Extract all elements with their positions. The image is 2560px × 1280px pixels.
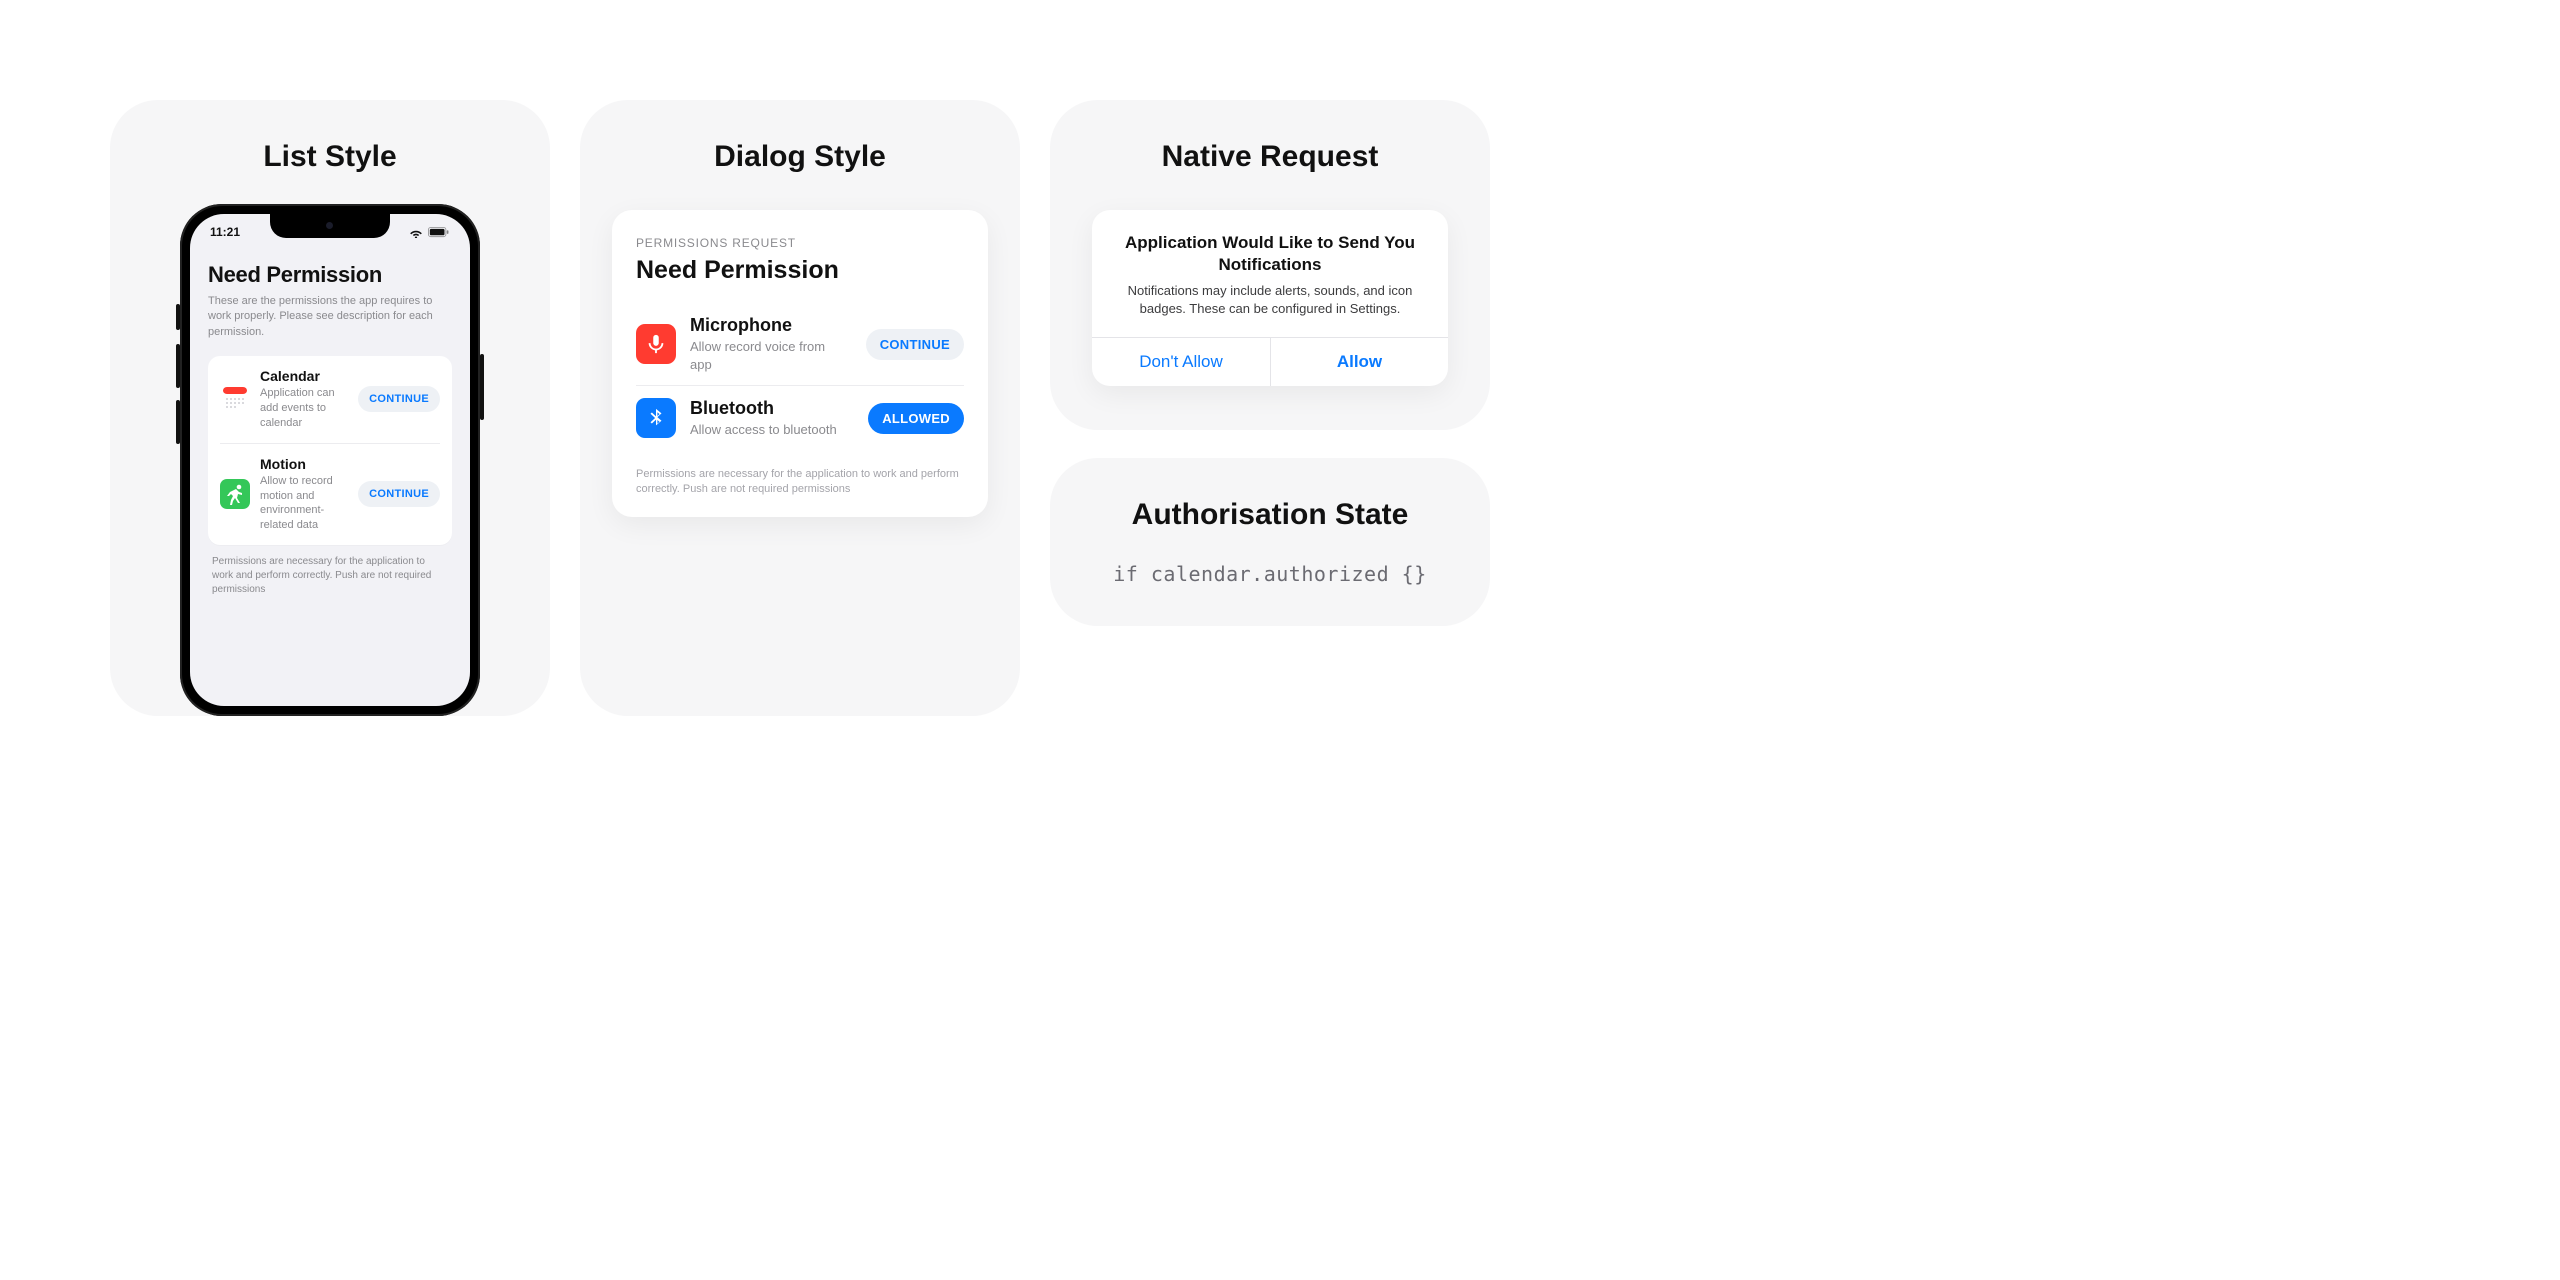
allow-button[interactable]: Allow <box>1270 338 1448 386</box>
continue-button[interactable]: CONTINUE <box>866 329 964 360</box>
native-alert-body: Notifications may include alerts, sounds… <box>1118 282 1422 318</box>
bluetooth-icon <box>636 398 676 438</box>
continue-button[interactable]: CONTINUE <box>358 386 440 412</box>
panel-dialog-style: Dialog Style PERMISSIONS REQUEST Need Pe… <box>580 100 1020 716</box>
dialog-card: PERMISSIONS REQUEST Need Permission Micr… <box>612 210 988 517</box>
phone-side-button <box>176 304 180 330</box>
permissions-card: Calendar Application can add events to c… <box>208 356 452 545</box>
calendar-icon <box>220 384 250 414</box>
list-footer-note: Permissions are necessary for the applic… <box>208 545 452 597</box>
dialog-item-desc: Allow record voice from app <box>690 338 840 373</box>
panel-native-request: Native Request Application Would Like to… <box>1050 100 1490 430</box>
phone-side-button <box>176 344 180 388</box>
list-item: Calendar Application can add events to c… <box>220 356 440 443</box>
list-item: Motion Allow to record motion and enviro… <box>220 443 440 545</box>
list-item-desc: Allow to record motion and environment-r… <box>260 474 348 533</box>
battery-icon <box>428 227 450 238</box>
panel-title-list: List Style <box>263 140 396 174</box>
continue-button[interactable]: CONTINUE <box>358 481 440 507</box>
status-time: 11:21 <box>210 225 240 239</box>
dont-allow-button[interactable]: Don't Allow <box>1092 338 1270 386</box>
phone-side-button <box>176 400 180 444</box>
dialog-item-title: Bluetooth <box>690 398 854 419</box>
list-subheading: These are the permissions the app requir… <box>208 294 452 340</box>
phone-notch <box>270 214 390 238</box>
dialog-footer-note: Permissions are necessary for the applic… <box>636 467 964 498</box>
allowed-badge[interactable]: ALLOWED <box>868 403 964 434</box>
native-alert-title: Application Would Like to Send You Notif… <box>1118 232 1422 276</box>
panel-list-style: List Style 11:21 <box>110 100 550 716</box>
phone-side-button <box>480 354 484 420</box>
dialog-eyebrow: PERMISSIONS REQUEST <box>636 236 964 250</box>
list-heading: Need Permission <box>208 262 452 288</box>
panel-title-native: Native Request <box>1162 140 1379 174</box>
list-item-title: Motion <box>260 456 348 472</box>
microphone-icon <box>636 324 676 364</box>
dialog-item-desc: Allow access to bluetooth <box>690 421 840 439</box>
dialog-heading: Need Permission <box>636 256 964 285</box>
dialog-item: Microphone Allow record voice from app C… <box>636 303 964 385</box>
list-item-title: Calendar <box>260 368 348 384</box>
panel-title-dialog: Dialog Style <box>714 140 886 174</box>
auth-code-snippet: if calendar.authorized {} <box>1113 562 1427 586</box>
wifi-icon <box>409 227 423 238</box>
phone-screen: 11:21 Need Permission These are the perm… <box>190 214 470 706</box>
native-alert: Application Would Like to Send You Notif… <box>1092 210 1448 386</box>
motion-icon <box>220 479 250 509</box>
list-item-desc: Application can add events to calendar <box>260 386 348 431</box>
dialog-item: Bluetooth Allow access to bluetooth ALLO… <box>636 385 964 451</box>
panel-title-auth: Authorisation State <box>1132 498 1409 532</box>
dialog-item-title: Microphone <box>690 315 852 336</box>
phone-frame: 11:21 Need Permission These are the perm… <box>180 204 480 716</box>
panel-authorisation-state: Authorisation State if calendar.authoriz… <box>1050 458 1490 626</box>
